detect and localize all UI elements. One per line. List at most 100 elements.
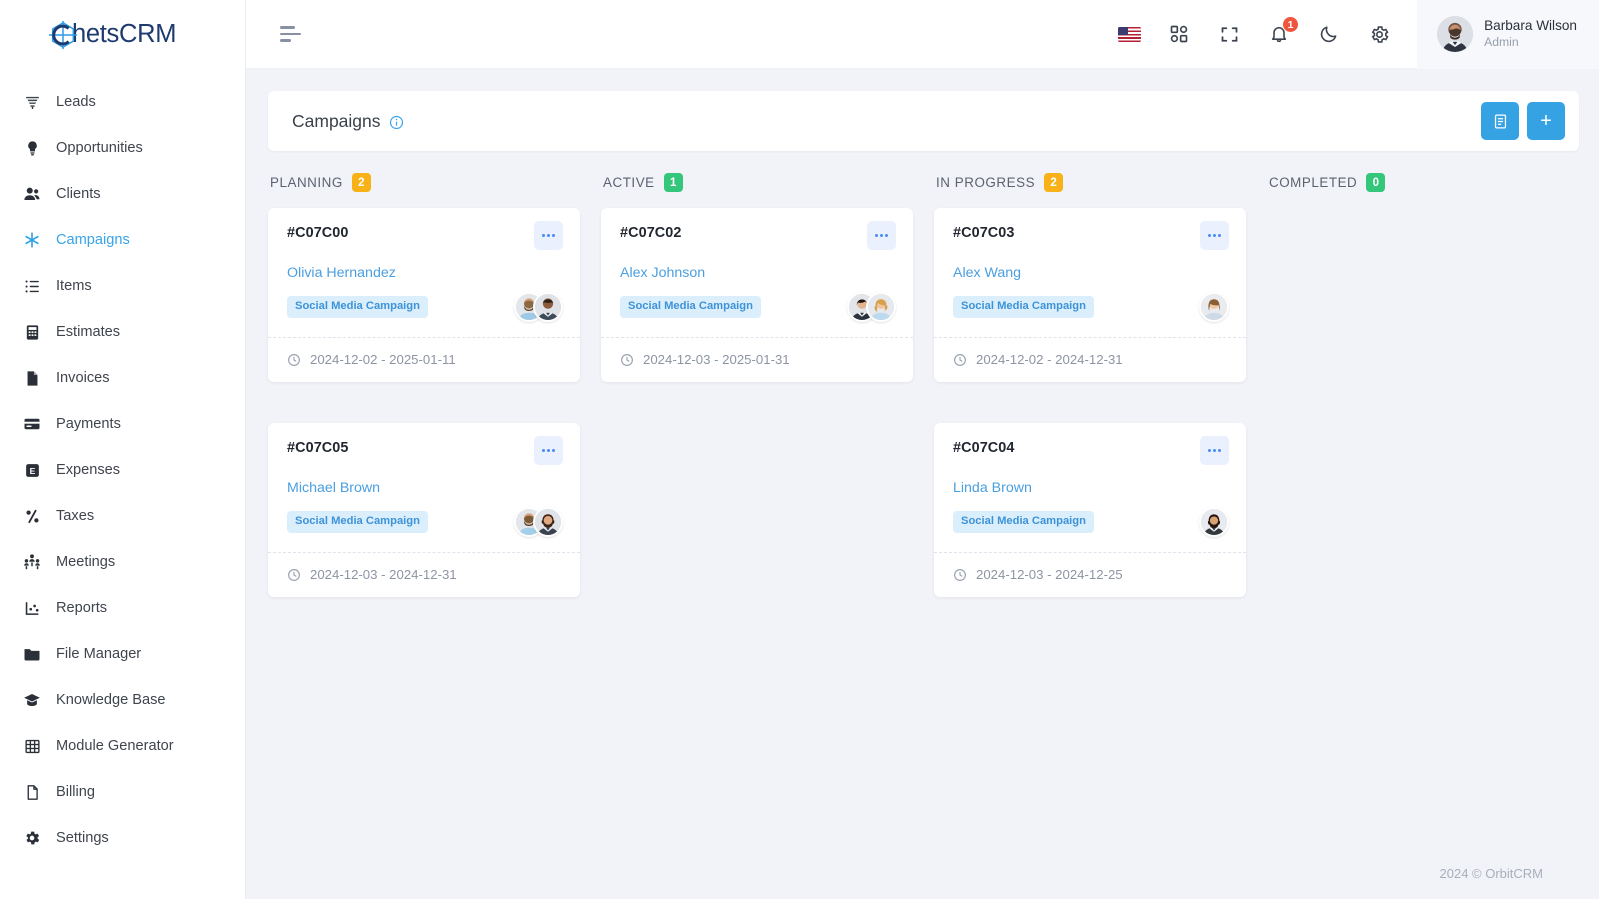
- sidebar-nav: Leads Opportunities Clients Campaigns It…: [0, 69, 245, 861]
- sidebar-item-label: Module Generator: [56, 738, 174, 754]
- card-id-row: #C07C04: [953, 436, 1229, 465]
- card-tag-row: Social Media Campaign: [953, 292, 1229, 337]
- app-logo[interactable]: hetsCRM: [0, 0, 245, 69]
- card-menu-icon[interactable]: [1200, 436, 1229, 465]
- content-area: Campaigns + PLANNING 2 #C07C00 Olivia He…: [246, 69, 1599, 899]
- sidebar-item-campaigns[interactable]: Campaigns: [0, 217, 245, 263]
- column-title: PLANNING: [270, 175, 343, 190]
- card-body: #C07C02 Alex Johnson Social Media Campai…: [601, 208, 913, 337]
- card-menu-icon[interactable]: [534, 221, 563, 250]
- sidebar-item-label: Opportunities: [56, 140, 143, 156]
- sidebar-item-file-manager[interactable]: File Manager: [0, 631, 245, 677]
- sidebar-item-opportunities[interactable]: Opportunities: [0, 125, 245, 171]
- card-footer: 2024-12-03 - 2024-12-25: [934, 552, 1246, 597]
- sidebar-item-clients[interactable]: Clients: [0, 171, 245, 217]
- column-header: ACTIVE 1: [601, 173, 913, 208]
- card-tag-row: Social Media Campaign: [287, 507, 563, 552]
- sidebar: hetsCRM Leads Opportunities Clients Camp…: [0, 0, 246, 899]
- column-title: IN PROGRESS: [936, 175, 1036, 190]
- sidebar-item-label: Settings: [56, 830, 109, 846]
- footer-copyright: 2024 © OrbitCRM: [1439, 865, 1544, 881]
- c-crosshair-icon: [48, 20, 78, 50]
- sidebar-item-label: Leads: [56, 94, 96, 110]
- card-person-name[interactable]: Olivia Hernandez: [287, 265, 563, 281]
- notifications-bell-icon[interactable]: 1: [1267, 16, 1300, 46]
- card-person-name[interactable]: Alex Wang: [953, 265, 1229, 281]
- graduation-cap-icon: [22, 690, 42, 710]
- avatar: [533, 292, 563, 322]
- clock-icon: [287, 568, 301, 582]
- card-footer: 2024-12-03 - 2024-12-31: [268, 552, 580, 597]
- sidebar-item-label: Campaigns: [56, 232, 130, 248]
- menu-toggle-icon[interactable]: [280, 26, 306, 42]
- user-menu[interactable]: Barbara Wilson Admin: [1417, 0, 1599, 69]
- user-text-block: Barbara Wilson Admin: [1484, 18, 1577, 51]
- card-person-name[interactable]: Michael Brown: [287, 480, 563, 496]
- card-person-name[interactable]: Alex Johnson: [620, 265, 896, 281]
- kanban-card[interactable]: #C07C04 Linda Brown Social Media Campaig…: [934, 423, 1246, 597]
- card-person-name[interactable]: Linda Brown: [953, 480, 1229, 496]
- app-root: hetsCRM Leads Opportunities Clients Camp…: [0, 0, 1599, 899]
- settings-gear-icon[interactable]: [1367, 22, 1391, 46]
- sidebar-item-expenses[interactable]: E Expenses: [0, 447, 245, 493]
- sidebar-item-settings[interactable]: Settings: [0, 815, 245, 861]
- column-header: COMPLETED 0: [1267, 173, 1579, 208]
- card-tag: Social Media Campaign: [953, 296, 1094, 318]
- sidebar-item-meetings[interactable]: Meetings: [0, 539, 245, 585]
- card-id-row: #C07C05: [287, 436, 563, 465]
- add-campaign-button[interactable]: +: [1527, 102, 1565, 140]
- list-view-button[interactable]: [1481, 102, 1519, 140]
- footer: 2024 © OrbitCRM: [268, 837, 1579, 899]
- card-id-row: #C07C03: [953, 221, 1229, 250]
- kanban-column-in-progress: IN PROGRESS 2 #C07C03 Alex Wang Social M…: [934, 173, 1246, 597]
- plus-icon: +: [1540, 110, 1552, 132]
- card-date-range: 2024-12-03 - 2024-12-25: [976, 567, 1123, 582]
- user-role: Admin: [1484, 34, 1519, 49]
- avatar: [1199, 507, 1229, 537]
- clock-icon: [287, 353, 301, 367]
- info-circle-icon[interactable]: [389, 114, 404, 129]
- fullscreen-icon[interactable]: [1217, 22, 1241, 46]
- card-date-range: 2024-12-03 - 2024-12-31: [310, 567, 457, 582]
- sidebar-item-invoices[interactable]: Invoices: [0, 355, 245, 401]
- column-title: ACTIVE: [603, 175, 655, 190]
- clock-icon: [620, 353, 634, 367]
- column-count-badge: 0: [1366, 173, 1386, 192]
- page-title: Campaigns: [292, 111, 404, 132]
- avatar: [1199, 292, 1229, 322]
- sidebar-item-taxes[interactable]: Taxes: [0, 493, 245, 539]
- card-date-range: 2024-12-03 - 2025-01-31: [643, 352, 790, 367]
- us-flag: [1117, 26, 1141, 42]
- kanban-card[interactable]: #C07C00 Olivia Hernandez Social Media Ca…: [268, 208, 580, 382]
- sidebar-item-label: Expenses: [56, 462, 121, 478]
- topbar-icon-group: 1: [1117, 16, 1417, 46]
- avatar: [533, 507, 563, 537]
- user-name: Barbara Wilson: [1484, 17, 1577, 33]
- card-tag: Social Media Campaign: [953, 511, 1094, 533]
- column-cards: #C07C00 Olivia Hernandez Social Media Ca…: [268, 208, 580, 597]
- topbar: 1 Barbara Wilson Admin: [246, 0, 1599, 69]
- card-date-range: 2024-12-02 - 2025-01-11: [310, 352, 456, 367]
- dark-mode-moon-icon[interactable]: [1317, 22, 1341, 46]
- kanban-card[interactable]: #C07C03 Alex Wang Social Media Campaign: [934, 208, 1246, 382]
- language-flag-us-icon[interactable]: [1117, 22, 1141, 46]
- sidebar-item-knowledge-base[interactable]: Knowledge Base: [0, 677, 245, 723]
- card-menu-icon[interactable]: [1200, 221, 1229, 250]
- lightbulb-icon: [22, 138, 42, 158]
- sidebar-item-reports[interactable]: Reports: [0, 585, 245, 631]
- sidebar-item-leads[interactable]: Leads: [0, 79, 245, 125]
- sidebar-item-estimates[interactable]: Estimates: [0, 309, 245, 355]
- card-menu-icon[interactable]: [867, 221, 896, 250]
- kanban-card[interactable]: #C07C05 Michael Brown Social Media Campa…: [268, 423, 580, 597]
- sidebar-item-items[interactable]: Items: [0, 263, 245, 309]
- sidebar-item-payments[interactable]: Payments: [0, 401, 245, 447]
- sidebar-item-billing[interactable]: Billing: [0, 769, 245, 815]
- calculator-icon: [22, 322, 42, 342]
- chart-icon: [22, 598, 42, 618]
- card-menu-icon[interactable]: [534, 436, 563, 465]
- kanban-card[interactable]: #C07C02 Alex Johnson Social Media Campai…: [601, 208, 913, 382]
- sidebar-item-label: Invoices: [56, 370, 110, 386]
- apps-grid-icon[interactable]: [1167, 22, 1191, 46]
- sidebar-item-module-generator[interactable]: Module Generator: [0, 723, 245, 769]
- file-icon: [22, 368, 42, 388]
